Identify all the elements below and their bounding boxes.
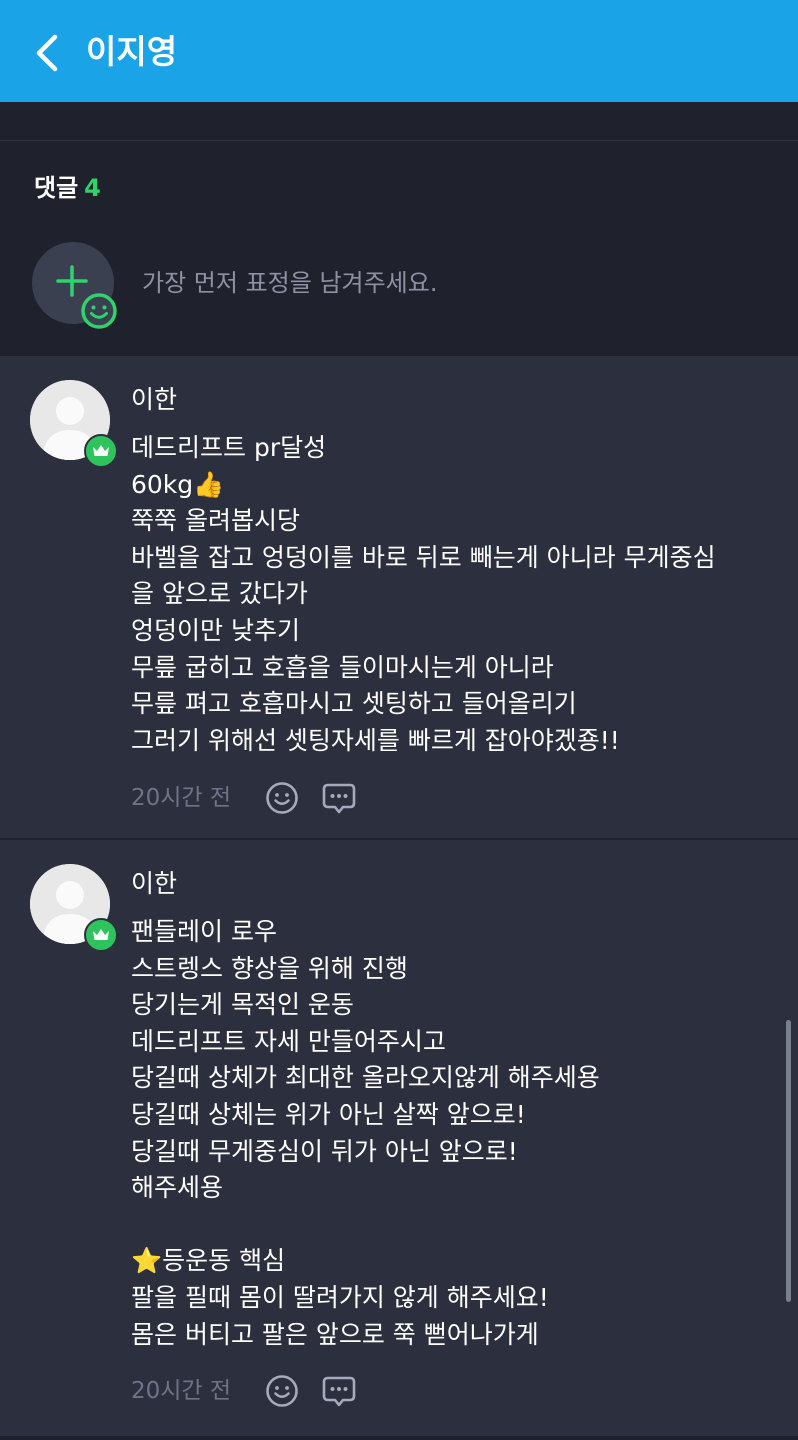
comment-line: 데드리프트 자세 만들어주시고 [131,1026,446,1056]
comment-line: 스트렝스 향상을 위해 진행 [131,953,408,983]
comments-label: 댓글 [34,174,79,202]
comment-line: 당길때 무게중심이 뒤가 아닌 앞으로! [131,1136,518,1166]
comment-line: 그러기 위해선 셋팅자세를 빠르게 잡아야겠죵!! [131,725,620,755]
comment-line: 무릎 굽히고 호흡을 들이마시는게 아니라 [131,652,554,682]
comment-line: 무릎 펴고 호흡마시고 셋팅하고 들어올리기 [131,689,577,719]
comment-line [131,1207,600,1244]
comments-count: 4 [84,174,101,202]
comment-line: 팬들레이 로우 [131,917,277,946]
comment-line: 쭉쭉 올려봅시당 [131,506,300,536]
add-reaction-button[interactable] [32,242,117,329]
comment-line: 을 앞으로 갔다가 [131,579,308,609]
divider-strip [0,102,798,141]
comment-line: 엉덩이만 낮추기 [131,615,300,645]
chevron-left-icon [36,34,58,72]
comments-count-label: 댓글 4 [34,171,101,205]
comment-line: 데드리프트 pr달성 [131,433,327,462]
comment-line: 당길때 상체는 위가 아닌 살짝 앞으로! [131,1099,526,1129]
comment-line: 60kg👍 [131,469,225,499]
comment-timestamp: 20시간 전 [131,1378,232,1404]
crown-icon [93,929,109,940]
comment-author[interactable]: 이한 [131,866,177,902]
comment-author[interactable]: 이한 [131,382,177,418]
comment-body: 팬들레이 로우 스트렝스 향상을 위해 진행 당기는게 목적인 운동 데드리프트… [131,914,600,1353]
reaction-prompt-text[interactable]: 가장 먼저 표정을 남겨주세요. [142,265,437,301]
back-button[interactable] [26,30,68,76]
app-header: 이지영 [0,0,798,102]
comment-line: ⭐등운동 핵심 [131,1246,286,1276]
emoji-reaction-icon[interactable] [264,1373,300,1409]
page-title: 이지영 [86,32,178,71]
comment-line: 팔을 필때 몸이 딸려가지 않게 해주세요! [131,1282,549,1312]
reply-icon[interactable] [321,1373,357,1409]
scrollbar[interactable] [786,1020,791,1302]
comment-line: 당길때 상체가 최대한 올라오지않게 해주세용 [131,1063,600,1093]
comment-body: 데드리프트 pr달성 60kg👍 쭉쭉 올려봅시당 바벨을 잡고 엉덩이를 바로… [131,430,716,759]
emoji-reaction-icon[interactable] [264,780,300,816]
reply-icon[interactable] [321,780,357,816]
crown-icon [93,445,109,456]
comment-line: 바벨을 잡고 엉덩이를 바로 뒤로 빼는게 아니라 무게중심 [131,542,716,572]
comment-line: 몸은 버티고 팔은 앞으로 쭉 뻗어나가게 [131,1319,539,1349]
divider [0,1436,798,1440]
comments-header: 댓글 4 가장 먼저 표정을 남겨주세요. [0,141,798,356]
crown-badge [84,918,118,952]
comment-line: 해주세용 [131,1173,224,1203]
comment-item: 이한 데드리프트 pr달성 60kg👍 쭉쭉 올려봅시당 바벨을 잡고 엉덩이를… [0,356,798,840]
crown-badge [84,434,118,468]
comment-item: 이한 팬들레이 로우 스트렝스 향상을 위해 진행 당기는게 목적인 운동 데드… [0,840,798,1440]
smiley-icon [81,293,117,329]
comment-line: 당기는게 목적인 운동 [131,990,354,1020]
comment-timestamp: 20시간 전 [131,785,232,811]
